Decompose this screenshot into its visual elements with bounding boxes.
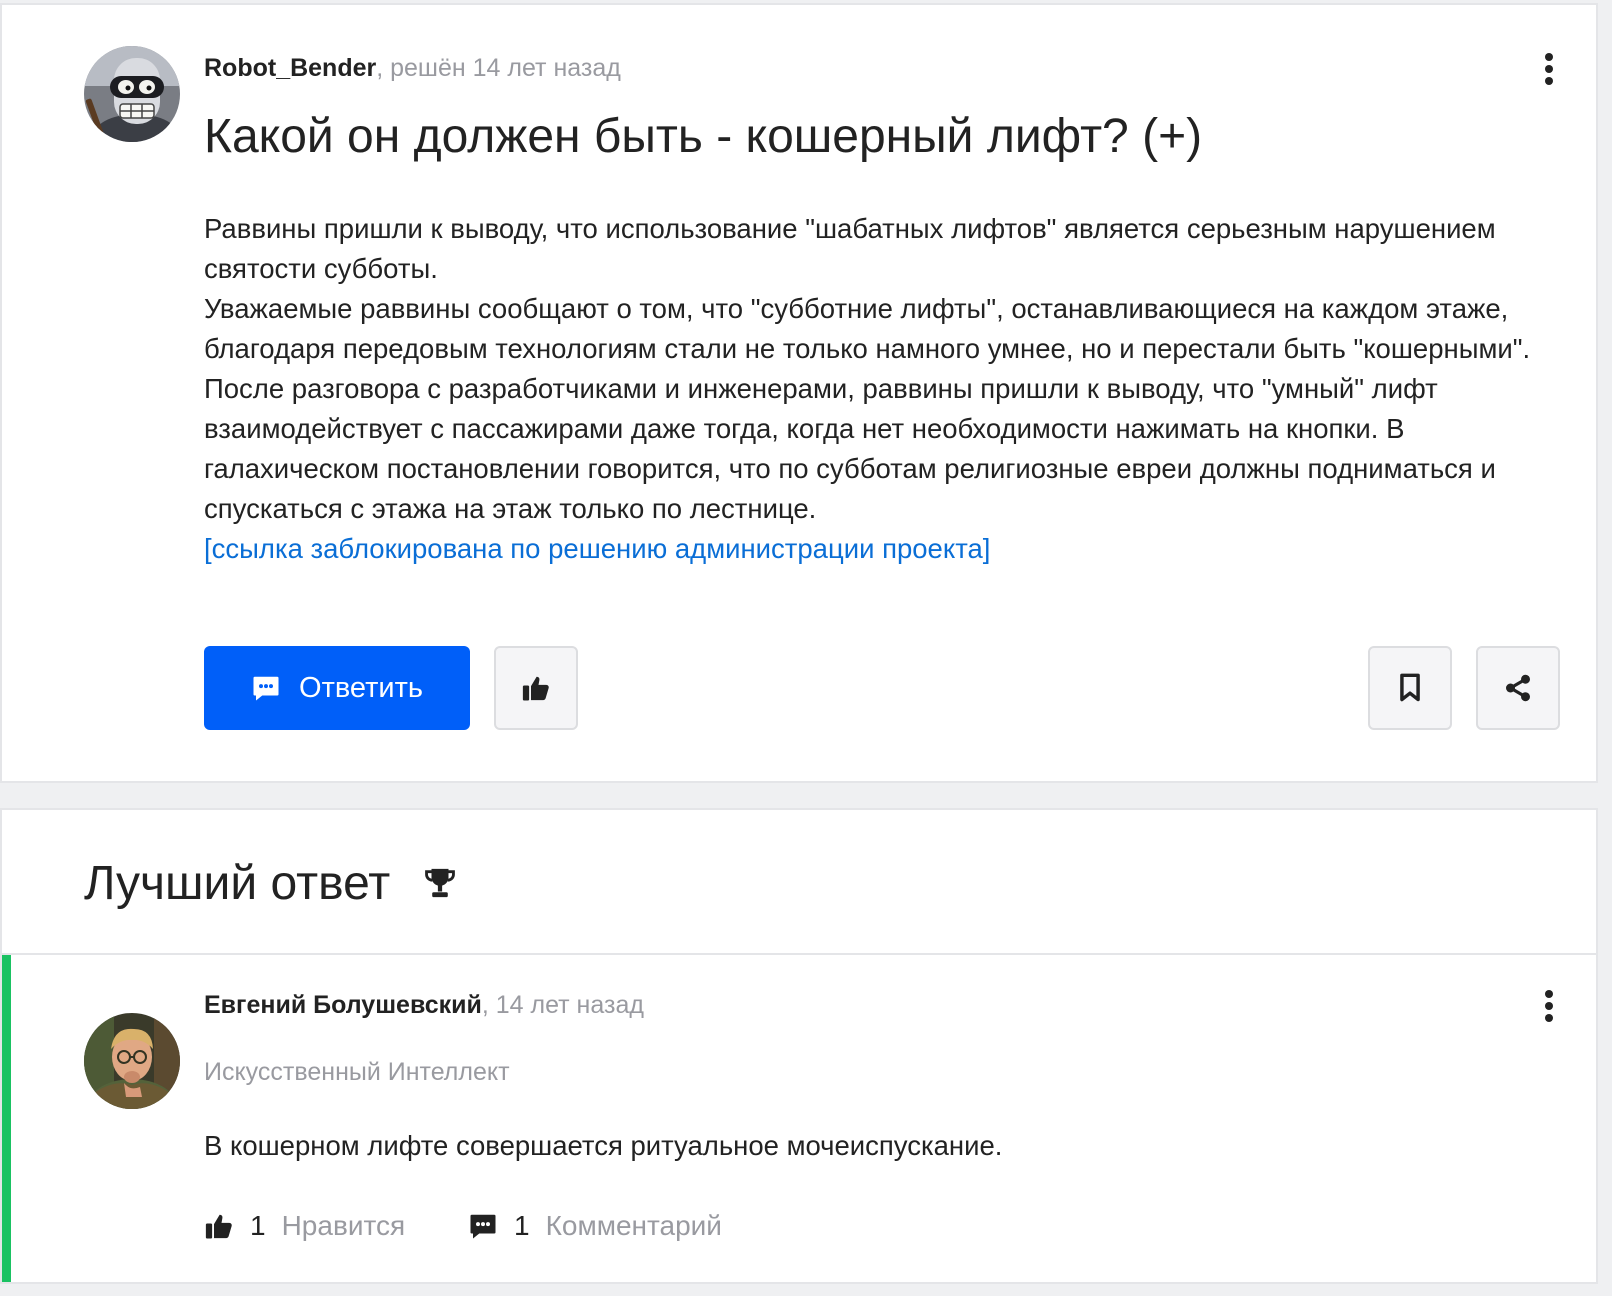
question-paragraph: Уважаемые раввины сообщают о том, что "с…: [204, 293, 1531, 524]
bookmark-button[interactable]: [1368, 646, 1452, 730]
comment-icon: [253, 676, 279, 701]
answer-text: В кошерном лифте совершается ритуальное …: [204, 1130, 1003, 1161]
question-body: Раввины пришли к выводу, что использован…: [204, 209, 1544, 569]
reply-button[interactable]: Ответить: [204, 646, 470, 730]
question-title: Какой он должен быть - кошерный лифт? (+…: [204, 110, 1203, 163]
trophy-icon: [425, 868, 455, 898]
best-answer-card: Лучший ответ Евгений Болушевский, 14 лет…: [0, 808, 1598, 1284]
blocked-link[interactable]: [ссылка заблокирована по решению админис…: [204, 533, 990, 564]
question-card: Robot_Bender, решён 14 лет назад Какой о…: [0, 3, 1598, 783]
share-icon: [1506, 674, 1530, 702]
answer-likes-count: 1: [250, 1210, 266, 1241]
answer-author-status: Искусственный Интеллект: [204, 1058, 510, 1086]
share-button[interactable]: [1476, 646, 1560, 730]
question-more-menu-icon[interactable]: [1529, 49, 1569, 89]
question-solved-time: , решён 14 лет назад: [376, 54, 621, 82]
like-button[interactable]: [494, 646, 578, 730]
answer-comments-button[interactable]: 1 Комментарий: [468, 1206, 722, 1246]
question-author-name[interactable]: Robot_Bender: [204, 54, 376, 82]
best-answer-accent-bar: [2, 955, 11, 1282]
thumbs-up-icon: [205, 1214, 232, 1239]
question-author-avatar[interactable]: [84, 46, 180, 142]
answer-meta: Евгений Болушевский, 14 лет назад: [204, 989, 644, 1021]
answer-likes-label: Нравится: [281, 1210, 406, 1241]
bookmark-icon: [1400, 673, 1420, 702]
answer-author-avatar[interactable]: [84, 1013, 180, 1109]
comment-icon: [470, 1214, 496, 1239]
answer-like-button[interactable]: 1 Нравится: [204, 1206, 405, 1246]
user-photo-avatar-icon: [84, 1013, 180, 1109]
best-answer-header: Лучший ответ: [2, 810, 1596, 955]
answer-comments-label: Комментарий: [545, 1210, 722, 1241]
best-answer-heading: Лучший ответ: [84, 857, 391, 910]
reply-button-label: Ответить: [299, 671, 423, 704]
question-paragraph: Раввины пришли к выводу, что использован…: [204, 213, 1496, 284]
thumbs-up-icon: [522, 676, 549, 701]
answer-comments-count: 1: [514, 1210, 530, 1241]
answer-more-menu-icon[interactable]: [1529, 986, 1569, 1026]
robot-avatar-icon: [84, 46, 180, 142]
answer-author-name[interactable]: Евгений Болушевский: [204, 991, 482, 1019]
answer-time: , 14 лет назад: [481, 991, 644, 1019]
question-meta: Robot_Bender, решён 14 лет назад: [204, 52, 621, 84]
